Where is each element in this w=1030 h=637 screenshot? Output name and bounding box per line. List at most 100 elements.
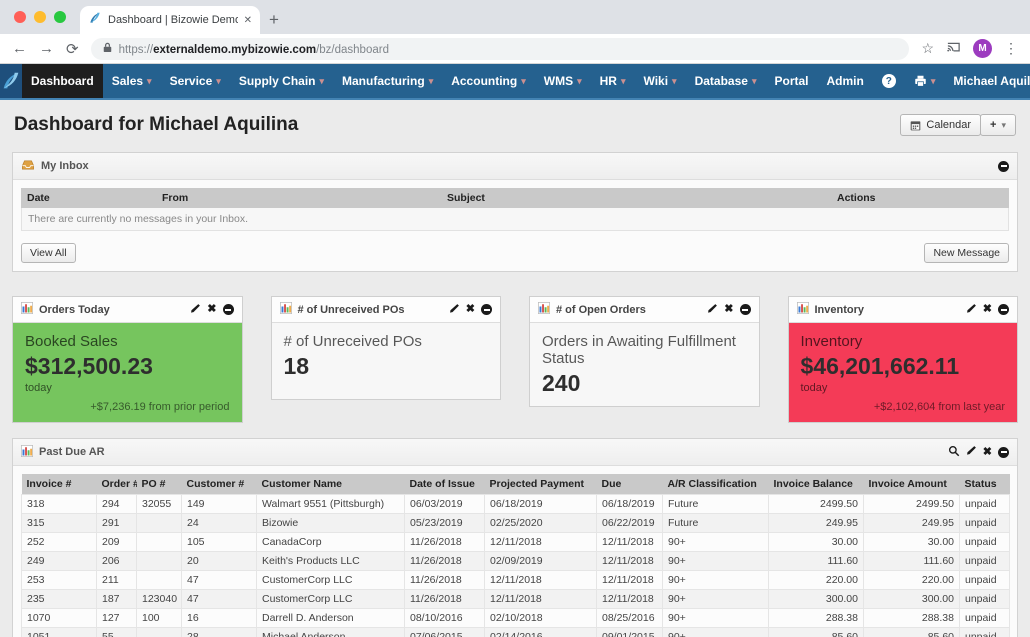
collapse-icon[interactable] [998, 304, 1009, 315]
bar-chart-icon [21, 302, 33, 317]
browser-tab[interactable]: Dashboard | Bizowie Demo Site ✕ [80, 6, 260, 34]
ar-col-invoice[interactable]: Invoice # [22, 474, 97, 495]
nav-item-admin[interactable]: Admin [818, 64, 873, 98]
table-cell: 249 [22, 552, 97, 571]
help-button[interactable]: ? [873, 64, 905, 98]
table-row[interactable]: 31829432055149Walmart 9551 (Pittsburgh)0… [22, 495, 1010, 514]
close-icon[interactable]: ✖ [983, 447, 992, 458]
table-row[interactable]: 252209105CanadaCorp11/26/201812/11/20181… [22, 533, 1010, 552]
nav-item-wiki[interactable]: Wiki▾ [634, 64, 685, 98]
ar-col-po[interactable]: PO # [137, 474, 182, 495]
edit-icon[interactable] [190, 303, 201, 317]
window-zoom-button[interactable] [54, 11, 66, 23]
ar-col-order[interactable]: Order # [97, 474, 137, 495]
table-cell: unpaid [960, 609, 1010, 628]
chevron-down-icon: ▾ [621, 76, 626, 87]
window-close-button[interactable] [14, 11, 26, 23]
table-row[interactable]: 107012710016Darrell D. Anderson08/10/201… [22, 609, 1010, 628]
table-cell: unpaid [960, 571, 1010, 590]
table-row[interactable]: 23518712304047CustomerCorp LLC11/26/2018… [22, 590, 1010, 609]
window-controls [14, 11, 66, 23]
nav-item-supply-chain[interactable]: Supply Chain▾ [230, 64, 333, 98]
table-row[interactable]: 25321147CustomerCorp LLC11/26/201812/11/… [22, 571, 1010, 590]
question-circle-icon: ? [882, 74, 896, 88]
kebab-menu-icon[interactable]: ⋮ [1004, 40, 1018, 57]
chevron-down-icon: ▾ [521, 76, 526, 87]
user-menu[interactable]: Michael Aquilina [944, 64, 1030, 98]
calendar-button[interactable]: Calendar [900, 114, 981, 136]
nav-label: HR [600, 74, 617, 88]
nav-item-service[interactable]: Service▾ [161, 64, 230, 98]
ar-col-date-of-issue[interactable]: Date of Issue [405, 474, 485, 495]
chevron-down-icon: ▾ [319, 76, 324, 87]
nav-item-wms[interactable]: WMS▾ [535, 64, 591, 98]
close-icon[interactable]: ✖ [207, 304, 216, 315]
view-all-button[interactable]: View All [21, 243, 76, 263]
tab-close-icon[interactable]: ✕ [244, 15, 252, 26]
table-cell: 211 [97, 571, 137, 590]
table-row[interactable]: 10515528Michael Anderson07/06/201502/14/… [22, 628, 1010, 637]
forward-icon[interactable]: → [39, 40, 54, 57]
nav-label: Accounting [451, 74, 517, 88]
past-due-ar-table: Invoice # Order # PO # Customer # Custom… [21, 474, 1010, 637]
nav-item-dashboard[interactable]: Dashboard [22, 64, 103, 98]
collapse-icon[interactable] [998, 161, 1009, 172]
table-row[interactable]: 24920620Keith's Products LLC11/26/201802… [22, 552, 1010, 571]
nav-item-hr[interactable]: HR ▾ [591, 64, 635, 98]
magnifier-icon[interactable] [948, 445, 960, 460]
close-icon[interactable]: ✖ [724, 304, 733, 315]
ar-col-customer-name[interactable]: Customer Name [257, 474, 405, 495]
close-icon[interactable]: ✖ [983, 304, 992, 315]
address-bar[interactable]: https://externaldemo.mybizowie.com/bz/da… [91, 38, 910, 60]
new-message-button[interactable]: New Message [924, 243, 1009, 263]
table-cell: 20 [182, 552, 257, 571]
table-cell: 300.00 [769, 590, 864, 609]
collapse-icon[interactable] [481, 304, 492, 315]
table-cell: 315 [22, 514, 97, 533]
table-cell: 08/10/2016 [405, 609, 485, 628]
nav-item-sales[interactable]: Sales▾ [103, 64, 161, 98]
print-menu-button[interactable]: ▾ [905, 64, 945, 98]
reload-icon[interactable]: ⟳ [66, 40, 79, 58]
back-icon[interactable]: ← [12, 40, 27, 57]
table-cell: 06/22/2019 [597, 514, 663, 533]
cast-icon[interactable] [946, 40, 961, 58]
ar-col-projected-payment[interactable]: Projected Payment [485, 474, 597, 495]
table-cell: 90+ [663, 628, 769, 637]
edit-icon[interactable] [707, 303, 718, 317]
nav-item-portal[interactable]: Portal [765, 64, 817, 98]
nav-item-manufacturing[interactable]: Manufacturing▾ [333, 64, 442, 98]
nav-item-database[interactable]: Database▾ [686, 64, 766, 98]
ar-col-due[interactable]: Due [597, 474, 663, 495]
collapse-icon[interactable] [223, 304, 234, 315]
widget-body: Booked Sales $312,500.23 today +$7,236.1… [13, 323, 242, 422]
table-row[interactable]: 31529124Bizowie05/23/201902/25/202006/22… [22, 514, 1010, 533]
bookmark-star-icon[interactable]: ☆ [921, 40, 934, 57]
lock-icon [103, 40, 112, 58]
edit-icon[interactable] [449, 303, 460, 317]
ar-col-invoice-balance[interactable]: Invoice Balance [769, 474, 864, 495]
ar-col-status[interactable]: Status [960, 474, 1010, 495]
bizowie-logo[interactable] [0, 64, 22, 98]
new-tab-button[interactable]: + [260, 6, 288, 34]
table-cell: 1070 [22, 609, 97, 628]
table-cell: Future [663, 495, 769, 514]
ar-col-invoice-amount[interactable]: Invoice Amount [864, 474, 960, 495]
nav-item-accounting[interactable]: Accounting ▾ [442, 64, 535, 98]
ar-col-customer-num[interactable]: Customer # [182, 474, 257, 495]
edit-icon[interactable] [966, 445, 977, 459]
page-title: Dashboard for Michael Aquilina [14, 114, 298, 136]
widget-row: Orders Today ✖ Booked Sales $312,500.23 … [12, 296, 1018, 423]
collapse-icon[interactable] [740, 304, 751, 315]
edit-icon[interactable] [966, 303, 977, 317]
profile-avatar[interactable]: M [973, 39, 992, 58]
ar-col-classification[interactable]: A/R Classification [663, 474, 769, 495]
collapse-icon[interactable] [998, 447, 1009, 458]
table-cell: 05/23/2019 [405, 514, 485, 533]
widget-header: Inventory ✖ [789, 297, 1018, 323]
close-icon[interactable]: ✖ [466, 304, 475, 315]
table-cell: 47 [182, 571, 257, 590]
window-minimize-button[interactable] [34, 11, 46, 23]
add-widget-button[interactable]: +▾ [980, 114, 1016, 136]
table-cell: 30.00 [769, 533, 864, 552]
